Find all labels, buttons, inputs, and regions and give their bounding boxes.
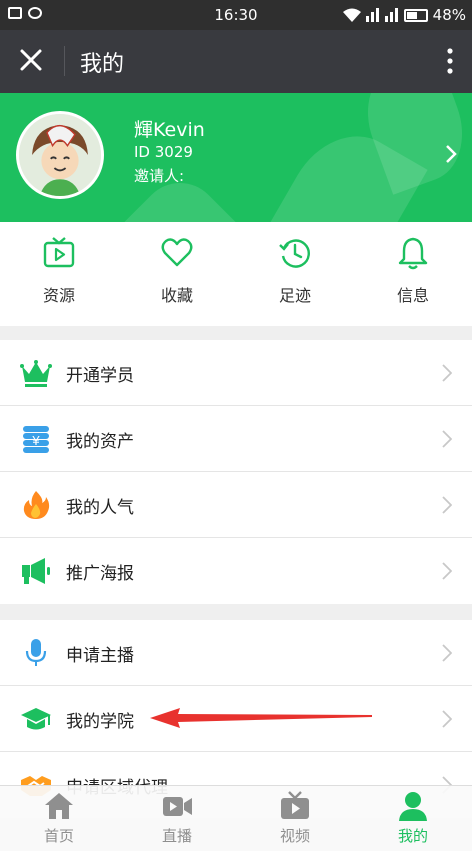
microphone-icon — [25, 639, 47, 666]
chevron-right-icon[interactable] — [444, 143, 458, 165]
battery-icon — [403, 8, 428, 22]
tab-home[interactable]: 首页 — [0, 786, 118, 851]
tab-live[interactable]: 直播 — [118, 786, 236, 851]
tab-video[interactable]: 视频 — [236, 786, 354, 851]
quick-action-label: 足迹 — [278, 286, 311, 305]
menu-item-label: 推广海报 — [66, 564, 134, 584]
tab-label: 直播 — [161, 827, 192, 845]
tab-label: 首页 — [43, 827, 74, 845]
home-icon — [45, 793, 73, 819]
quick-action-label: 信息 — [396, 286, 429, 305]
chevron-right-icon — [442, 364, 452, 382]
menu-item-label: 开通学员 — [66, 366, 134, 386]
bell-icon — [398, 237, 428, 270]
menu-group-membership: 开通学员 ¥ 我的资产 我的人气 推广海报 — [0, 340, 472, 604]
status-bar: 16:30 48% — [0, 0, 472, 30]
menu-item-label: 我的资产 — [66, 432, 134, 452]
crown-icon — [20, 360, 52, 387]
quick-action-messages[interactable]: 信息 — [354, 222, 472, 326]
coin-stack-icon: ¥ — [23, 426, 49, 453]
more-options-icon[interactable] — [440, 46, 460, 76]
chevron-right-icon — [442, 644, 452, 662]
close-icon[interactable] — [16, 45, 46, 75]
signal-icon — [365, 8, 379, 22]
heart-icon — [161, 238, 193, 267]
profile-name: 輝Kevin — [134, 119, 205, 141]
menu-item-label: 申请主播 — [66, 646, 134, 666]
quick-action-label: 资源 — [42, 286, 75, 305]
quick-action-resources[interactable]: 资源 — [0, 222, 118, 326]
quick-actions: 资源 收藏 足迹 信息 — [0, 222, 472, 326]
menu-item-promo-poster[interactable]: 推广海报 — [0, 538, 472, 604]
page-title: 我的 — [80, 52, 125, 77]
menu-item-apply-anchor[interactable]: 申请主播 — [0, 620, 472, 686]
tab-label: 我的 — [397, 827, 428, 845]
quick-action-label: 收藏 — [160, 286, 193, 305]
menu-item-label: 我的人气 — [66, 498, 134, 518]
megaphone-icon — [22, 558, 50, 584]
graduation-cap-icon — [21, 708, 51, 730]
menu-item-my-popularity[interactable]: 我的人气 — [0, 472, 472, 538]
menu-item-label: 我的学院 — [66, 712, 134, 732]
menu-item-open-student[interactable]: 开通学员 — [0, 340, 472, 406]
person-icon — [399, 792, 427, 821]
flame-icon — [23, 491, 50, 519]
tab-label: 视频 — [279, 827, 310, 845]
chevron-right-icon — [442, 710, 452, 728]
title-divider — [64, 46, 65, 76]
chevron-right-icon — [442, 562, 452, 580]
chevron-right-icon — [442, 430, 452, 448]
signal-icon — [384, 8, 398, 22]
profile-header[interactable]: 輝Kevin ID 3029 邀请人: — [0, 93, 472, 222]
history-clock-icon — [279, 239, 310, 268]
battery-level: 48% — [432, 6, 466, 24]
svg-text:¥: ¥ — [31, 433, 40, 448]
avatar[interactable] — [16, 111, 104, 199]
chevron-right-icon — [442, 496, 452, 514]
quick-action-favorites[interactable]: 收藏 — [118, 222, 236, 326]
annotation-arrow — [150, 708, 372, 728]
tab-me[interactable]: 我的 — [354, 786, 472, 851]
profile-id: ID 3029 — [134, 143, 193, 161]
menu-item-my-assets[interactable]: ¥ 我的资产 — [0, 406, 472, 472]
bottom-tab-bar: 首页 直播 视频 我的 — [0, 785, 472, 851]
title-bar: 我的 — [0, 30, 472, 93]
video-camera-icon — [163, 797, 192, 816]
wifi-icon — [342, 8, 361, 22]
profile-inviter: 邀请人: — [134, 167, 185, 185]
tv-play-icon — [43, 237, 75, 268]
avatar-image — [19, 114, 101, 196]
tv-icon — [281, 791, 309, 819]
quick-action-history[interactable]: 足迹 — [236, 222, 354, 326]
